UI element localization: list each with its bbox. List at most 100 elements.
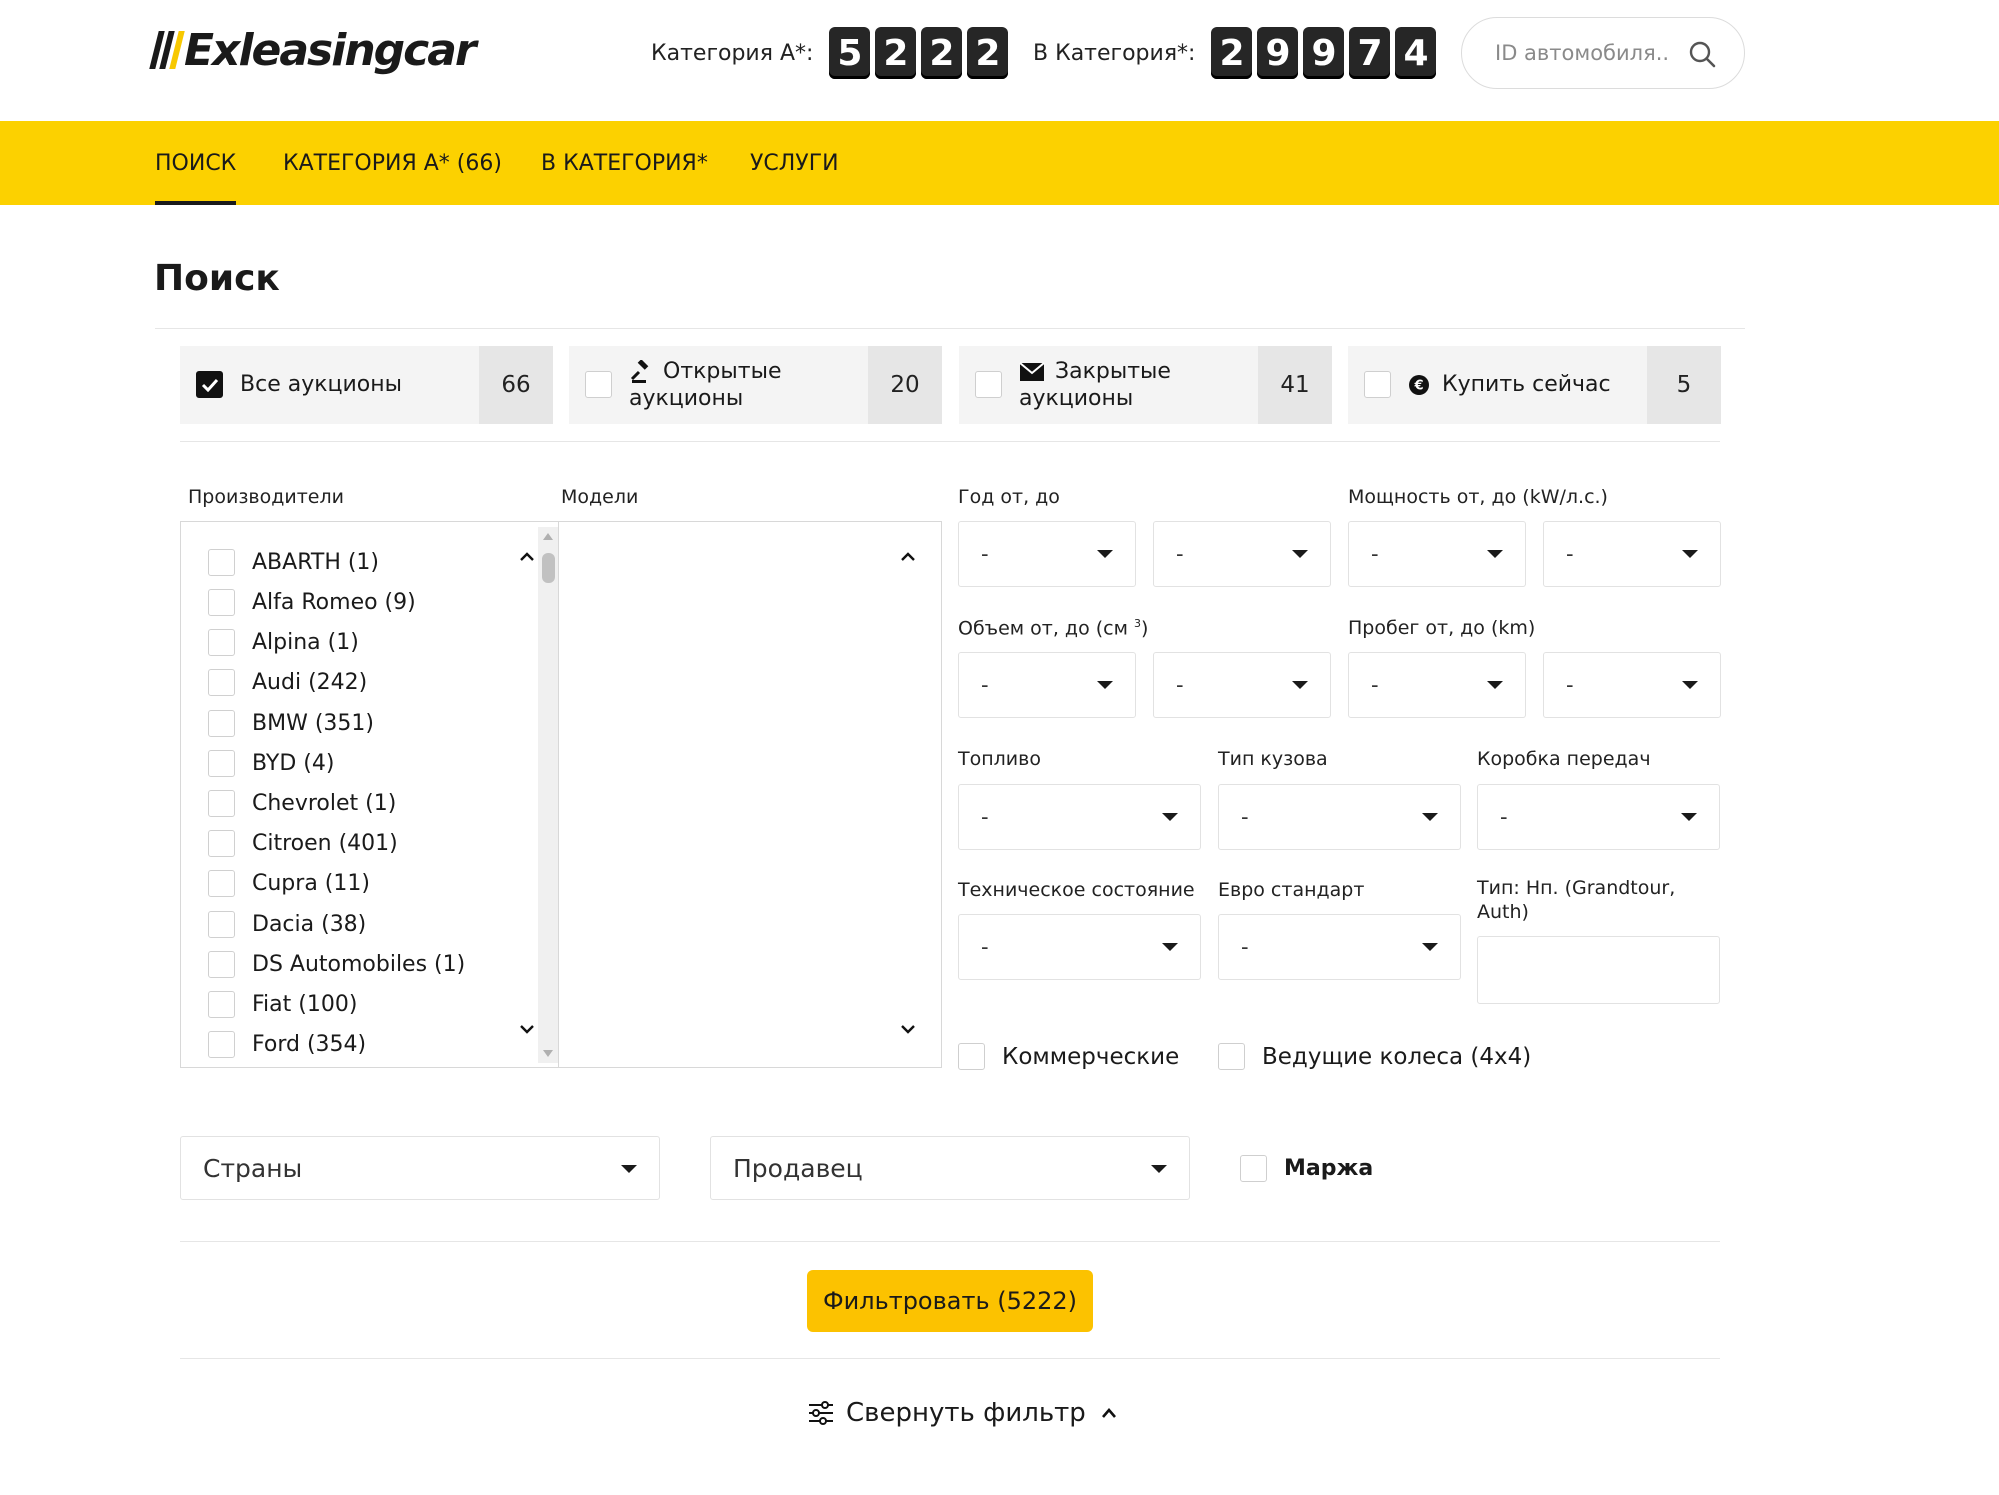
nav-services[interactable]: УСЛУГИ bbox=[750, 121, 839, 205]
mileage-to-select[interactable]: - bbox=[1543, 652, 1721, 718]
make-checkbox[interactable] bbox=[208, 589, 235, 616]
counter-b-digit: 9 bbox=[1257, 27, 1299, 79]
make-item[interactable]: ABARTH (1) bbox=[208, 549, 379, 576]
euro-standard-label: Евро стандарт bbox=[1218, 879, 1365, 901]
make-checkbox[interactable] bbox=[208, 951, 235, 978]
scrollbar-thumb[interactable] bbox=[542, 553, 555, 583]
make-checkbox[interactable] bbox=[208, 870, 235, 897]
gearbox-select[interactable]: - bbox=[1477, 784, 1720, 850]
make-item[interactable]: BYD (4) bbox=[208, 750, 334, 777]
chevron-down-icon[interactable] bbox=[518, 1020, 536, 1038]
auction-closed-checkbox[interactable] bbox=[975, 371, 1002, 398]
chevron-up-icon[interactable] bbox=[518, 548, 536, 566]
divider bbox=[155, 328, 1745, 329]
nav-category-b[interactable]: В КАТЕГОРИЯ* bbox=[541, 121, 708, 205]
gearbox-label: Коробка передач bbox=[1477, 748, 1651, 770]
make-item[interactable]: Alfa Romeo (9) bbox=[208, 589, 416, 616]
make-item[interactable]: BMW (351) bbox=[208, 710, 374, 737]
models-listbox[interactable] bbox=[558, 521, 942, 1068]
volume-from-select[interactable]: - bbox=[958, 652, 1136, 718]
page-title: Поиск bbox=[154, 258, 280, 299]
make-checkbox[interactable] bbox=[208, 911, 235, 938]
year-from-select[interactable]: - bbox=[958, 521, 1136, 587]
make-item[interactable]: DS Automobiles (1) bbox=[208, 951, 465, 978]
caret-down-icon bbox=[1682, 681, 1698, 689]
collapse-filter-toggle[interactable]: Свернуть фильтр bbox=[808, 1398, 1118, 1428]
make-item[interactable]: Dacia (38) bbox=[208, 911, 366, 938]
make-item[interactable]: Chevrolet (1) bbox=[208, 790, 396, 817]
type-text-input[interactable] bbox=[1477, 936, 1720, 1004]
margin-checkbox[interactable] bbox=[1240, 1155, 1267, 1182]
make-label: Dacia (38) bbox=[252, 912, 367, 937]
make-checkbox[interactable] bbox=[208, 710, 235, 737]
make-item[interactable]: Cupra (11) bbox=[208, 870, 370, 897]
body-type-select[interactable]: - bbox=[1218, 784, 1461, 850]
make-item[interactable]: Fiat (100) bbox=[208, 991, 357, 1018]
make-checkbox[interactable] bbox=[208, 790, 235, 817]
make-checkbox[interactable] bbox=[208, 629, 235, 656]
make-checkbox[interactable] bbox=[208, 991, 235, 1018]
caret-down-icon bbox=[1487, 550, 1503, 558]
make-item[interactable]: Ford (354) bbox=[208, 1031, 366, 1058]
seller-select[interactable]: Продавец bbox=[710, 1136, 1190, 1200]
site-header: Exleasingcar Категория А*: 5 2 2 2 В Кат… bbox=[0, 0, 1999, 121]
make-label: DS Automobiles (1) bbox=[252, 952, 466, 977]
make-checkbox[interactable] bbox=[208, 669, 235, 696]
auction-open-checkbox[interactable] bbox=[585, 371, 612, 398]
makes-label: Производители bbox=[188, 486, 344, 508]
makes-listbox[interactable]: ABARTH (1) Alfa Romeo (9) Alpina (1) Aud… bbox=[180, 521, 560, 1068]
counter-a-label: Категория А*: bbox=[651, 40, 814, 66]
caret-down-icon bbox=[1292, 550, 1308, 558]
scroll-up-arrow-icon[interactable] bbox=[542, 531, 554, 541]
make-checkbox[interactable] bbox=[208, 830, 235, 857]
site-logo[interactable]: Exleasingcar bbox=[149, 18, 477, 82]
drive-4x4-option[interactable]: Ведущие колеса (4x4) bbox=[1218, 1043, 1531, 1070]
make-checkbox[interactable] bbox=[208, 750, 235, 777]
auction-buy-now-checkbox[interactable] bbox=[1364, 371, 1391, 398]
make-checkbox[interactable] bbox=[208, 549, 235, 576]
make-item[interactable]: Alpina (1) bbox=[208, 629, 359, 656]
auction-all-checkbox[interactable] bbox=[196, 371, 223, 398]
condition-select[interactable]: - bbox=[958, 914, 1201, 980]
caret-down-icon bbox=[1162, 943, 1178, 951]
select-value: - bbox=[1241, 805, 1249, 829]
chevron-down-icon[interactable] bbox=[899, 1020, 917, 1038]
power-from-select[interactable]: - bbox=[1348, 521, 1526, 587]
make-label: Cupra (11) bbox=[252, 871, 370, 896]
year-label: Год от, до bbox=[958, 486, 1060, 508]
make-checkbox[interactable] bbox=[208, 1031, 235, 1058]
year-to-select[interactable]: - bbox=[1153, 521, 1331, 587]
chevron-up-icon[interactable] bbox=[899, 548, 917, 566]
make-item[interactable]: Audi (242) bbox=[208, 669, 367, 696]
mileage-from-select[interactable]: - bbox=[1348, 652, 1526, 718]
scroll-down-arrow-icon[interactable] bbox=[542, 1049, 554, 1059]
countries-select[interactable]: Страны bbox=[180, 1136, 660, 1200]
nav-category-a[interactable]: КАТЕГОРИЯ А* (66) bbox=[283, 121, 502, 205]
collapse-filter-label: Свернуть фильтр bbox=[846, 1398, 1086, 1428]
fuel-select[interactable]: - bbox=[958, 784, 1201, 850]
volume-to-select[interactable]: - bbox=[1153, 652, 1331, 718]
nav-search[interactable]: ПОИСК bbox=[155, 121, 237, 205]
drive-4x4-checkbox[interactable] bbox=[1218, 1043, 1245, 1070]
make-item[interactable]: Citroen (401) bbox=[208, 830, 398, 857]
power-to-select[interactable]: - bbox=[1543, 521, 1721, 587]
caret-down-icon bbox=[1487, 681, 1503, 689]
filter-button[interactable]: Фильтровать (5222) bbox=[807, 1270, 1093, 1332]
auction-buy-now-label-wrap: € Купить сейчас bbox=[1408, 371, 1611, 398]
commercial-checkbox[interactable] bbox=[958, 1043, 985, 1070]
auction-buy-now[interactable]: € Купить сейчас 5 bbox=[1348, 346, 1721, 424]
auction-all[interactable]: Все аукционы 66 bbox=[180, 346, 553, 424]
auction-open[interactable]: Открытые аукционы 20 bbox=[569, 346, 942, 424]
euro-standard-select[interactable]: - bbox=[1218, 914, 1461, 980]
auction-closed[interactable]: Закрытые аукционы 41 bbox=[959, 346, 1332, 424]
checkmark-icon bbox=[201, 378, 218, 392]
auction-buy-now-count: 5 bbox=[1647, 346, 1721, 424]
envelope-icon bbox=[1019, 361, 1045, 381]
body-type-label: Тип кузова bbox=[1218, 748, 1328, 770]
makes-scrollbar[interactable] bbox=[538, 527, 558, 1063]
vehicle-id-input[interactable] bbox=[1495, 41, 1685, 65]
commercial-option[interactable]: Коммерческие bbox=[958, 1043, 1179, 1070]
select-value: - bbox=[1371, 673, 1379, 697]
search-icon[interactable] bbox=[1688, 40, 1716, 68]
margin-option[interactable]: Маржа bbox=[1240, 1155, 1373, 1182]
